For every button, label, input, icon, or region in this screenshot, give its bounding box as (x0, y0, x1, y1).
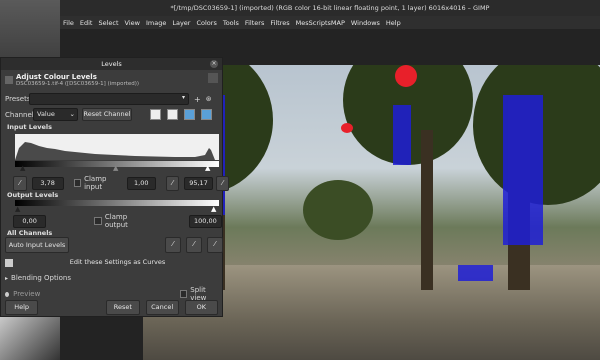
curves-icon (5, 258, 13, 267)
add-preset-icon[interactable]: + (194, 95, 201, 104)
high-output-slider[interactable]: ▲ (211, 205, 216, 213)
split-view-checkbox[interactable] (180, 290, 188, 298)
edit-as-curves-button[interactable]: Edit these Settings as Curves (17, 256, 218, 269)
output-low-field[interactable]: 0,00 (13, 214, 47, 228)
reset-button[interactable]: Reset (106, 300, 140, 315)
menu-messcriptsmap[interactable]: MesScriptsMAP (293, 19, 348, 27)
chevron-down-icon: ⌄ (69, 110, 75, 118)
menu-help[interactable]: Help (383, 19, 404, 27)
expand-icon[interactable]: ▸ (5, 275, 8, 282)
low-output-slider[interactable]: ▲ (15, 205, 20, 213)
reset-channel-button[interactable]: Reset Channel (82, 108, 132, 121)
presets-dropdown[interactable]: ▾ (29, 93, 189, 105)
dialog-heading: Adjust Colour Levels (16, 73, 97, 81)
tree-trunk (421, 130, 433, 290)
histogram (15, 134, 219, 160)
dialog-title: Levels × (1, 58, 222, 70)
channel-dropdown[interactable]: Value ⌄ (33, 108, 78, 121)
white-picker-icon[interactable]: ⁄ (207, 237, 223, 253)
background-image-thumbnail (0, 315, 60, 360)
clipping-highlight-red (341, 123, 353, 133)
menu-edit[interactable]: Edit (77, 19, 96, 27)
preview-checkbox[interactable] (5, 291, 10, 297)
linear-histogram-icon[interactable] (150, 109, 161, 120)
menu-filtres[interactable]: Filtres (267, 19, 292, 27)
tree-canopy (303, 180, 373, 240)
clamp-output-checkbox[interactable] (94, 217, 102, 225)
menu-view[interactable]: View (122, 19, 143, 27)
dialog-subheading: DSC03659-1.tif-4 ([DSC03659-1] (imported… (16, 81, 140, 87)
menu-select[interactable]: Select (95, 19, 121, 27)
close-icon[interactable]: × (210, 60, 218, 68)
menu-bar: File Edit Select View Image Layer Colors… (60, 16, 600, 29)
levels-icon (5, 76, 13, 84)
perceptual-mode-icon[interactable] (201, 109, 212, 120)
menu-layer[interactable]: Layer (169, 19, 193, 27)
low-input-slider[interactable]: ▲ (20, 164, 25, 172)
menu-image[interactable]: Image (143, 19, 169, 27)
black-picker-icon[interactable]: ⁄ (165, 237, 181, 253)
menu-file[interactable]: File (60, 19, 77, 27)
menu-tools[interactable]: Tools (220, 19, 242, 27)
cancel-button[interactable]: Cancel (145, 300, 179, 315)
output-high-field[interactable]: 100,00 (188, 214, 223, 228)
clamp-input-checkbox[interactable] (73, 179, 82, 187)
all-channels-heading: All Channels (7, 229, 53, 237)
preview-label: Preview (13, 290, 41, 298)
ok-button[interactable]: OK (184, 300, 218, 315)
menu-windows[interactable]: Windows (348, 19, 383, 27)
levels-dialog: Levels × Adjust Colour Levels DSC03659-1… (0, 57, 230, 317)
clamp-output-label: Clamp output (104, 213, 128, 229)
black-point-picker-icon[interactable]: ⁄ (13, 175, 27, 191)
clipping-highlight (503, 95, 543, 245)
clipping-highlight-red (395, 65, 417, 87)
presets-label: Presets: (5, 95, 33, 103)
gray-point-picker-icon[interactable]: ⁄ (165, 175, 180, 191)
clipping-highlight (458, 265, 493, 281)
input-levels-heading: Input Levels (7, 123, 52, 131)
channel-label: Channel: (5, 110, 37, 119)
gamma-slider[interactable]: ▲ (113, 164, 118, 172)
high-input-slider[interactable]: ▲ (205, 164, 210, 172)
gray-picker-icon[interactable]: ⁄ (186, 237, 202, 253)
auto-input-levels-button[interactable]: Auto Input Levels (5, 237, 69, 253)
menu-filters[interactable]: Filters (242, 19, 267, 27)
blending-options-toggle[interactable]: Blending Options (11, 274, 71, 282)
window-title: *[/tmp/DSC03659-1] (imported) (RGB color… (60, 0, 600, 16)
clipping-highlight (393, 105, 411, 165)
menu-colors[interactable]: Colors (193, 19, 219, 27)
white-point-picker-icon[interactable]: ⁄ (215, 175, 230, 191)
input-low-field[interactable]: 3,78 (31, 176, 64, 190)
preset-menu-icon[interactable]: ⊛ (206, 95, 212, 103)
linear-mode-icon[interactable] (184, 109, 195, 120)
gamma-field[interactable]: 1,00 (126, 176, 156, 190)
input-high-field[interactable]: 95,17 (184, 176, 213, 190)
help-button[interactable]: Help (5, 300, 39, 315)
clamp-input-label: Clamp input (84, 175, 107, 191)
chevron-down-icon: ▾ (181, 94, 185, 101)
log-histogram-icon[interactable] (167, 109, 178, 120)
output-levels-heading: Output Levels (7, 191, 59, 199)
image-thumbnail (208, 73, 218, 83)
